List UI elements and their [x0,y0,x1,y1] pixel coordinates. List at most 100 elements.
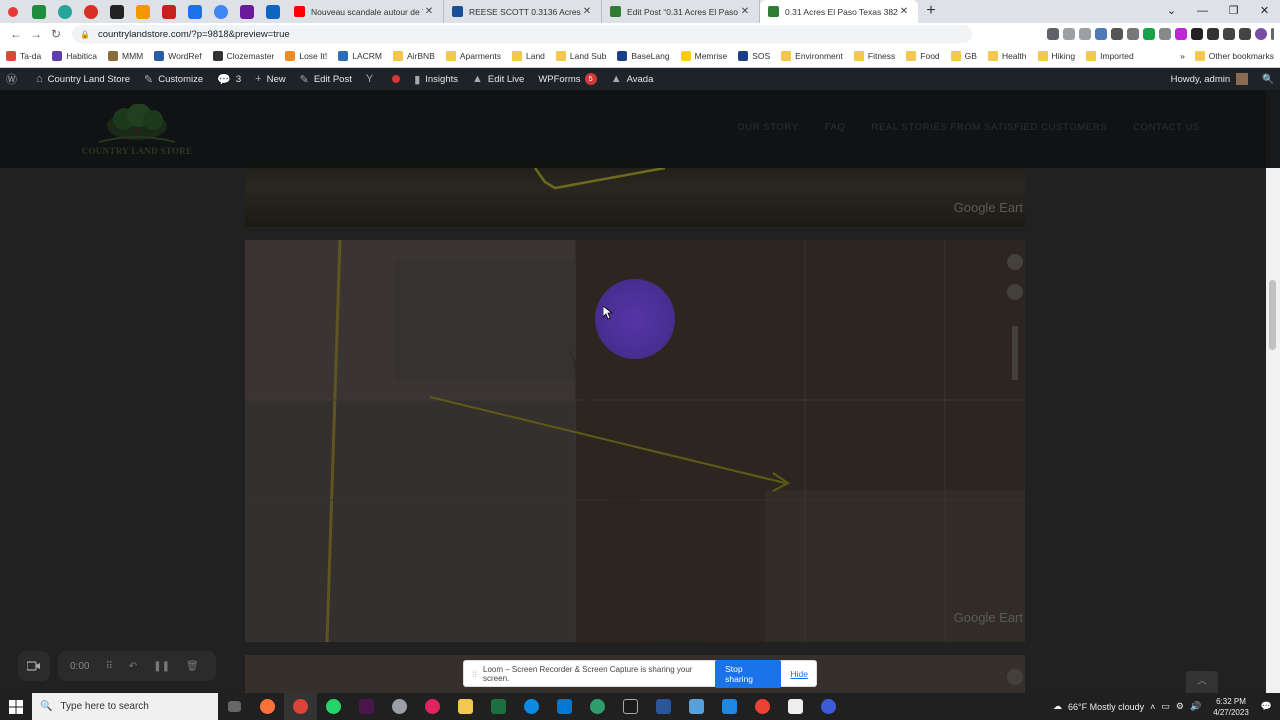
account-menu[interactable]: Howdy, admin 🔍 [1171,73,1274,85]
restore-icon[interactable]: ❐ [1218,0,1249,23]
pinned-tab-7[interactable] [156,0,182,23]
bookmark-item[interactable]: Lose It! [285,51,327,61]
more-menu-icon[interactable] [1271,28,1274,40]
profile-avatar-icon[interactable] [1255,28,1267,40]
extension-icon[interactable] [1111,28,1123,40]
puzzle-icon[interactable] [1207,28,1219,40]
extension-icon[interactable] [1159,28,1171,40]
customize-link[interactable]: ✎ Customize [144,73,203,86]
pinned-tab-3[interactable] [52,0,78,23]
menu-item-contact-us[interactable]: CONTACT US [1133,122,1200,133]
bookmark-item[interactable]: Memrise [680,51,727,61]
browser-tab[interactable]: Nouveau scandale autour de Tot ✕ [286,0,444,23]
edge-icon[interactable] [515,693,548,720]
chrome-icon[interactable] [284,693,317,720]
bookmark-folder[interactable]: Environment [781,51,843,61]
volume-icon[interactable]: 🔊 [1190,701,1201,712]
new-content-link[interactable]: + New [255,73,285,85]
back-icon[interactable]: ← [6,27,26,41]
avada-link[interactable]: ▲ Avada [611,73,654,85]
bookmark-folder[interactable]: Hiking [1037,51,1075,61]
stop-sharing-button[interactable]: Stop sharing [715,659,781,688]
bookmark-folder[interactable]: Food [906,51,940,61]
menu-item-faq[interactable]: FAQ [825,122,846,133]
extension-icon[interactable] [1095,28,1107,40]
app-icon[interactable] [614,693,647,720]
search-icon[interactable]: 🔍 [1262,74,1274,85]
pinned-tab-5[interactable] [104,0,130,23]
menu-item-our-story[interactable]: OUR STORY [737,122,799,133]
firefox-icon[interactable] [251,693,284,720]
browser-tab[interactable]: Edit Post “0.31 Acres El Paso Texa ✕ [602,0,760,23]
url-bar[interactable]: 🔒 countrylandstore.com/?p=9818&preview=t… [72,25,972,43]
extension-icon[interactable] [1175,28,1187,40]
bookmark-folder[interactable]: Health [987,51,1027,61]
share-icon[interactable] [1063,28,1075,40]
other-bookmarks[interactable]: Other bookmarks [1194,51,1274,61]
side-panel-icon[interactable] [1239,28,1251,40]
camera-toggle-button[interactable] [18,651,50,681]
bookmark-item[interactable]: LACRM [338,51,382,61]
start-button[interactable] [0,693,32,720]
pinned-tab-6[interactable] [130,0,156,23]
clock[interactable]: 6:32 PM 4/27/2023 [1213,696,1249,718]
app-icon[interactable] [713,693,746,720]
pinned-tab-10[interactable] [234,0,260,23]
undo-icon[interactable]: ↶ [129,661,137,672]
pinned-tab-11[interactable] [260,0,286,23]
app-icon[interactable] [812,693,845,720]
pinned-tab-8[interactable] [182,0,208,23]
more-bookmarks-button[interactable]: » [1180,51,1185,61]
scrollbar[interactable] [1266,90,1280,693]
task-view-icon[interactable] [218,693,251,720]
grid-icon[interactable]: ⠿ [105,661,112,672]
cast-icon[interactable] [1047,28,1059,40]
pause-icon[interactable]: ❚❚ [153,661,170,672]
site-logo[interactable]: COUNTRY LAND STORE [79,103,195,156]
chevron-down-icon[interactable]: ⌄ [1156,0,1187,23]
app-icon[interactable] [680,693,713,720]
new-tab-button[interactable]: + [918,0,944,23]
word-icon[interactable] [647,693,680,720]
excel-icon[interactable] [482,693,515,720]
pinned-tab-9[interactable] [208,0,234,23]
chevron-up-icon[interactable]: ˄ [1150,702,1155,712]
notifications-icon[interactable]: 💬 [1261,701,1272,712]
bookmark-folder[interactable]: Land Sub [555,51,606,61]
app-icon[interactable] [383,693,416,720]
extension-icon[interactable] [1143,28,1155,40]
network-icon[interactable]: ▭ [1161,701,1170,712]
reload-icon[interactable]: ↻ [46,27,66,41]
bookmark-star-icon[interactable] [1079,28,1091,40]
wordpress-logo-icon[interactable]: Ⓦ [6,71,22,87]
file-explorer-icon[interactable] [449,693,482,720]
close-icon[interactable]: ✕ [898,6,910,17]
bookmark-item[interactable]: SOS [738,51,770,61]
hide-button[interactable]: Hide [791,669,808,679]
bookmark-item[interactable]: MMM [107,51,143,61]
trash-icon[interactable]: 🗑 [186,661,199,672]
bookmark-folder[interactable]: Land [511,51,545,61]
close-window-icon[interactable]: ✕ [1249,0,1280,23]
extension-icon[interactable] [1127,28,1139,40]
close-icon[interactable]: ✕ [581,6,593,17]
notepad-icon[interactable] [779,693,812,720]
edit-post-link[interactable]: ✎ Edit Post [300,73,352,86]
drag-handle-icon[interactable]: ⁞⁞ [472,669,477,679]
settings-icon[interactable]: ⚙ [1176,701,1184,712]
bookmark-item[interactable]: Clozemaster [212,51,274,61]
lock-icon[interactable]: 🔒 [80,30,90,39]
bookmark-item[interactable]: BaseLang [617,51,670,61]
pinned-tab-4[interactable] [78,0,104,23]
minimize-icon[interactable]: — [1187,0,1218,23]
bookmark-item[interactable]: WordRef [154,51,202,61]
close-icon[interactable]: ✕ [739,6,751,17]
pinned-tab-2[interactable] [26,0,52,23]
whatsapp-icon[interactable] [317,693,350,720]
bookmark-item[interactable]: Habitica [52,51,97,61]
slack-icon[interactable] [350,693,383,720]
bookmark-folder[interactable]: AirBNB [393,51,435,61]
menu-item-real-stories[interactable]: REAL STORIES FROM SATISFIED CUSTOMERS [871,122,1107,133]
bookmark-folder[interactable]: Fitness [853,51,895,61]
edit-live-link[interactable]: ▲ Edit Live [472,73,524,85]
